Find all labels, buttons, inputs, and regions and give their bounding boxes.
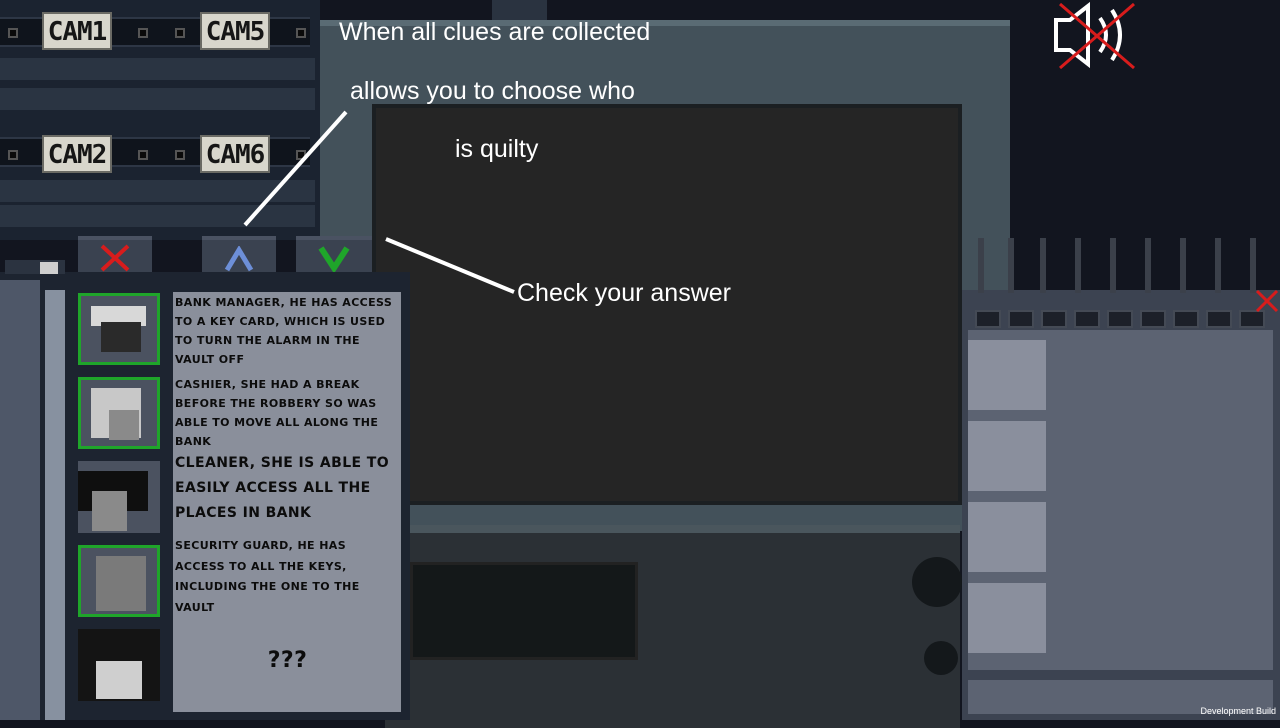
speaker-muted-icon[interactable]	[1050, 0, 1142, 72]
tutorial-pointers	[243, 110, 515, 294]
build-label: Development Build	[1200, 706, 1276, 716]
pointer-line	[243, 110, 348, 227]
pointer-line	[385, 237, 515, 294]
